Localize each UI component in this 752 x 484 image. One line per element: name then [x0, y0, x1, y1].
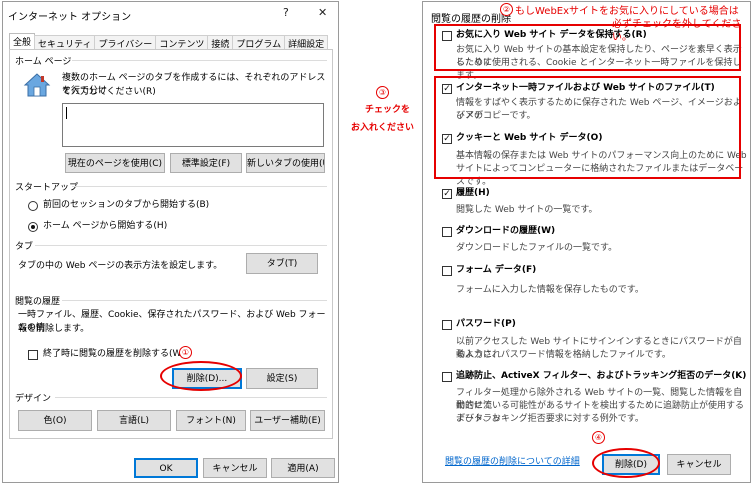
homepage-divider: [72, 60, 327, 61]
annotation-step3-note-line2: お入れください: [351, 123, 415, 133]
form-data-checkbox[interactable]: [442, 266, 452, 276]
design-divider: [55, 397, 327, 398]
help-button[interactable]: ?: [283, 6, 289, 19]
tracking-protection-checkbox[interactable]: [442, 372, 452, 382]
homepage-desc-line2: て入力してください(R): [62, 87, 156, 97]
tracking-protection-label: 追跡防止、ActiveX フィルター、およびトラッキング拒否のデータ(K): [456, 371, 747, 381]
startup-heading: スタートアップ: [15, 183, 79, 193]
tabs-button[interactable]: タブ(T): [246, 253, 318, 274]
download-history-label: ダウンロードの履歴(W): [456, 226, 556, 236]
startup-homepage-label: ホーム ページから開始する(H): [43, 221, 168, 231]
use-current-button[interactable]: 現在のページを使用(C): [65, 153, 165, 173]
tab-security[interactable]: セキュリティ: [34, 35, 96, 50]
history-label: 履歴(H): [456, 188, 490, 198]
download-history-desc1: ダウンロードしたファイルの一覧です。: [456, 243, 618, 253]
house-icon: [23, 73, 51, 97]
startup-last-session-label: 前回のセッションのタブから開始する(B): [43, 200, 210, 210]
delete-history-help-link[interactable]: 閲覧の履歴の削除についての詳細: [445, 456, 580, 469]
ok-button[interactable]: OK: [134, 458, 198, 478]
annotation-step1-ring: [160, 361, 242, 391]
tracking-protection-desc3: よびトラッキング拒否要求に対する例外です。: [456, 414, 644, 424]
delete-on-exit-label: 終了時に閲覧の履歴を削除する(W): [43, 349, 185, 359]
download-history-checkbox[interactable]: [442, 227, 452, 237]
colors-button[interactable]: 色(O): [18, 410, 92, 431]
form-data-desc1: フォームに入力した情報を保存したものです。: [456, 285, 644, 295]
startup-last-session-radio[interactable]: [28, 201, 38, 211]
form-data-label: フォーム データ(F): [456, 265, 537, 275]
tab-strip: 全般 セキュリティ プライバシー コンテンツ 接続 プログラム 詳細設定: [9, 33, 329, 50]
window-title: インターネット オプション: [8, 12, 132, 23]
languages-button[interactable]: 言語(L): [97, 410, 171, 431]
annotation-step1-number: ①: [179, 346, 192, 359]
use-new-tab-button[interactable]: 新しいタブの使用(U): [246, 153, 325, 173]
tab-programs[interactable]: プログラム: [232, 35, 286, 50]
delete-cancel-button[interactable]: キャンセル: [667, 454, 731, 475]
annotation-step2-number: ②: [500, 3, 513, 16]
tab-content[interactable]: コンテンツ: [155, 35, 209, 50]
annotation-step2-note-line1: もしWebExサイトをお気に入りにしている場合は: [515, 6, 739, 17]
cancel-button[interactable]: キャンセル: [203, 458, 267, 478]
annotation-step3-note-line1: チェックを: [365, 105, 411, 115]
tab-privacy[interactable]: プライバシー: [94, 35, 157, 50]
homepage-heading: ホーム ページ: [15, 57, 72, 67]
internet-options-window: インターネット オプション ? ✕ 全般 セキュリティ プライバシー コンテンツ…: [2, 1, 339, 483]
text-caret: [66, 107, 67, 119]
annotation-step2-note-line2: 必ずチェックを外してください。: [612, 19, 742, 43]
close-button[interactable]: ✕: [318, 6, 327, 19]
use-default-button[interactable]: 標準設定(F): [170, 153, 242, 173]
design-heading: デザイン: [15, 394, 52, 404]
passwords-label: パスワード(P): [456, 319, 516, 329]
tab-general[interactable]: 全般: [9, 33, 36, 50]
delete-history-title: 閲覧の履歴の削除: [431, 14, 511, 25]
history-checkbox[interactable]: [442, 189, 452, 199]
tab-connections[interactable]: 接続: [207, 35, 234, 50]
annotation-checkbox-group-box: [434, 76, 741, 179]
history-heading: 閲覧の履歴: [15, 297, 61, 307]
annotation-step4-number: ④: [592, 431, 605, 444]
tabs-heading: タブ: [15, 242, 34, 252]
history-desc-line2: 報を削除します。: [18, 324, 90, 334]
history-divider: [62, 300, 327, 301]
startup-homepage-radio[interactable]: [28, 222, 38, 232]
history-desc1: 閲覧した Web サイトの一覧です。: [456, 205, 598, 215]
delete-on-exit-checkbox[interactable]: [28, 350, 38, 360]
delete-history-window: 閲覧の履歴の削除 お気に入り Web サイト データを保持する(R) お気に入り…: [422, 1, 751, 483]
accessibility-button[interactable]: ユーザー補助(E): [250, 410, 325, 431]
tabs-divider: [35, 245, 327, 246]
fonts-button[interactable]: フォント(N): [176, 410, 246, 431]
annotation-step4-ring: [592, 448, 660, 478]
passwords-desc2: るように、パスワード情報を格納したファイルです。: [456, 350, 671, 360]
homepage-address-input[interactable]: [62, 103, 324, 147]
startup-divider: [72, 186, 327, 187]
tab-advanced[interactable]: 詳細設定: [284, 35, 329, 50]
annotation-step3-number: ③: [376, 86, 389, 99]
passwords-checkbox[interactable]: [442, 320, 452, 330]
history-settings-button[interactable]: 設定(S): [246, 368, 318, 389]
tabs-desc: タブの中の Web ページの表示方法を設定します。: [18, 261, 223, 271]
apply-button[interactable]: 適用(A): [271, 458, 335, 478]
